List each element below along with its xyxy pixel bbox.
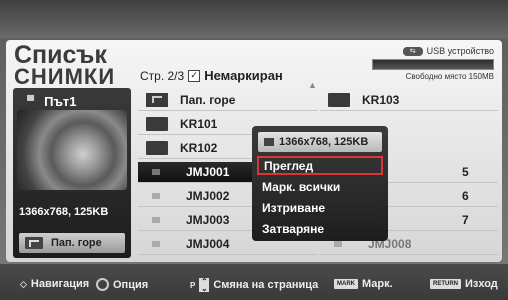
option-popup: 1366x768, 125KB Преглед Марк. всички Изт… bbox=[252, 126, 388, 241]
free-space-label: Свободно място 150MB bbox=[405, 72, 494, 81]
list-item-label: 6 bbox=[462, 189, 469, 203]
screen: Списък СНИМКИ Стр. 2/3 ✓ Немаркиран ▲ ⇆ … bbox=[0, 0, 508, 300]
menu-item-label: Изтриване bbox=[262, 200, 325, 215]
ok-button-icon bbox=[96, 278, 109, 291]
thumbnail-preview bbox=[17, 110, 127, 190]
list-item-label: 7 bbox=[462, 213, 469, 227]
menu-item-delete[interactable]: Изтриване bbox=[257, 198, 383, 217]
menu-item-mark-all[interactable]: Марк. всички bbox=[257, 177, 383, 196]
menu-item-label: Марк. всички bbox=[262, 179, 341, 194]
image-file-icon bbox=[152, 169, 160, 175]
usb-icon: ⇆ bbox=[402, 46, 423, 56]
image-icon bbox=[264, 138, 274, 146]
list-item-label: KR101 bbox=[180, 117, 218, 131]
menu-item-label: Преглед bbox=[264, 158, 314, 173]
page-key-label: P bbox=[190, 280, 196, 290]
checkbox-icon[interactable]: ✓ bbox=[188, 69, 201, 82]
folder-up-label: Пап. горе bbox=[51, 237, 102, 249]
page-updown-icon: ⌃ ⌄ bbox=[199, 277, 210, 293]
usb-device-label: USB устройство bbox=[426, 46, 494, 56]
list-item-label: 5 bbox=[462, 165, 469, 179]
bottom-help-bar: ◇ Навигация Опция P ⌃ ⌄ Смяна на страница… bbox=[0, 264, 508, 300]
help-navigation: ◇ Навигация bbox=[20, 278, 89, 290]
list-item-label: KR103 bbox=[362, 93, 400, 107]
help-label: Опция bbox=[113, 278, 149, 291]
list-item-label: JMJ002 bbox=[186, 189, 230, 203]
help-label: Марк. bbox=[362, 278, 393, 290]
menu-item-view[interactable]: Преглед bbox=[257, 156, 383, 175]
thumbnail-info: 1366x768, 125KB bbox=[19, 206, 109, 218]
usb-info: ⇆ USB устройство Свободно място 150MB bbox=[372, 46, 494, 81]
help-exit: RETURN Изход bbox=[430, 278, 498, 290]
top-bar bbox=[0, 0, 508, 38]
help-label: Изход bbox=[465, 278, 498, 290]
mark-key-icon: MARK bbox=[334, 279, 358, 289]
help-option: Опция bbox=[96, 278, 148, 291]
popup-header-label: 1366x768, 125KB bbox=[279, 136, 369, 148]
path-text: Път1 bbox=[44, 94, 77, 109]
list-item-folder-up[interactable]: Пап. горе bbox=[138, 90, 318, 111]
folder-up-icon bbox=[25, 237, 43, 249]
page-title: Списък СНИМКИ bbox=[14, 41, 116, 89]
list-item-label: JMJ004 bbox=[186, 237, 230, 251]
path-icon: ▀ bbox=[27, 96, 35, 107]
folder-up-button[interactable]: Пап. горе bbox=[19, 233, 125, 253]
return-key-icon: RETURN bbox=[430, 279, 461, 289]
preview-panel: ▀ Път1 1366x768, 125KB Пап. горе bbox=[13, 88, 131, 258]
image-file-icon bbox=[152, 241, 160, 247]
list-item-label: JMJ003 bbox=[186, 213, 230, 227]
menu-item-label: Затваряне bbox=[262, 221, 325, 236]
list-item-label: KR102 bbox=[180, 141, 218, 155]
path-label: ▀ Път1 bbox=[27, 94, 77, 109]
help-label: Смяна на страница bbox=[213, 279, 319, 291]
scroll-up-icon[interactable]: ▲ bbox=[308, 80, 317, 90]
help-page-change: P ⌃ ⌄ Смяна на страница bbox=[190, 277, 319, 293]
storage-bar bbox=[372, 59, 494, 70]
list-item[interactable]: KR103 bbox=[320, 90, 498, 111]
menu-item-close[interactable]: Затваряне bbox=[257, 219, 383, 238]
list-item-label: JMJ001 bbox=[186, 165, 230, 179]
image-file-icon bbox=[152, 193, 160, 199]
folder-up-icon bbox=[146, 93, 168, 107]
folder-icon bbox=[146, 141, 168, 155]
page-number: Стр. 2/3 bbox=[140, 68, 185, 83]
folder-icon bbox=[146, 117, 168, 131]
image-file-icon bbox=[152, 217, 160, 223]
list-item-label: Пап. горе bbox=[180, 93, 236, 107]
folder-icon bbox=[328, 93, 350, 107]
mark-status: Немаркиран bbox=[204, 68, 283, 83]
help-label: Навигация bbox=[30, 278, 90, 290]
page-info: Стр. 2/3 ✓ Немаркиран bbox=[140, 68, 283, 83]
title-line2: СНИМКИ bbox=[14, 64, 116, 89]
popup-header: 1366x768, 125KB bbox=[258, 132, 382, 152]
image-file-icon bbox=[334, 241, 342, 247]
help-mark: MARK Марк. bbox=[334, 278, 393, 290]
navigation-icon: ◇ bbox=[20, 278, 27, 289]
title-line1: Списък bbox=[14, 41, 107, 69]
